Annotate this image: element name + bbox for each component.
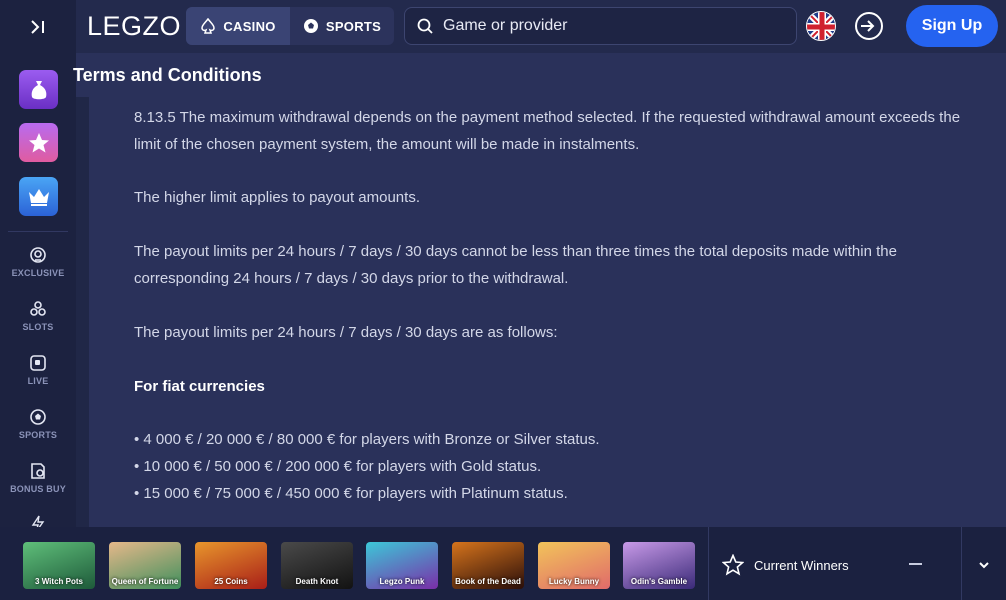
star-icon [28,132,49,152]
star-outline-icon [722,554,744,576]
tab-sports-label: SPORTS [325,18,382,34]
terms-paragraph: The payout limits per 24 hours / 7 days … [134,243,897,287]
sidebar-divider [8,231,68,232]
search-icon [417,18,433,34]
terms-subheading: For fiat currencies [134,378,265,395]
sidebar-item-live[interactable]: LIVE [0,354,76,404]
sidebar-item-slots[interactable]: SLOTS [0,300,76,350]
terms-paragraph: The payout limits per 24 hours / 7 days … [134,324,558,341]
bonus-buy-icon [31,463,45,479]
terms-list-item: • 10 000 € / 50 000 € / 200 000 € for pl… [134,458,542,475]
current-winners-toggle[interactable]: Current Winners [722,554,849,576]
login-button[interactable] [853,10,885,42]
game-thumbnail[interactable]: Death Knot [281,542,353,589]
game-title: Death Knot [295,577,339,586]
slots-icon [30,301,46,316]
expand-sidebar-icon [31,19,44,34]
football-icon [303,19,318,33]
recent-games-bar: 3 Witch Pots Queen of Fortune 25 Coins D… [0,527,1006,600]
casino-sports-switch: CASINO SPORTS [186,7,394,45]
game-thumbnail[interactable]: Odin's Gamble [623,542,695,589]
sidebar-item-label: EXCLUSIVE [11,268,65,278]
login-icon [855,12,883,40]
game-title: 3 Witch Pots [35,577,83,586]
promo-crown[interactable] [19,177,58,216]
game-thumbnail[interactable]: Legzo Punk [366,542,438,589]
game-title: Queen of Fortune [111,577,179,586]
game-title: 25 Coins [214,577,248,586]
game-thumbnail[interactable]: 3 Witch Pots [23,542,95,589]
game-thumbnail[interactable]: Lucky Bunny [538,542,610,589]
tab-casino-label: CASINO [223,18,276,34]
sidebar-item-label: LIVE [27,376,49,386]
collapse-bar-button[interactable] [972,553,996,577]
sidebar-item-label: SPORTS [18,430,58,440]
minimize-icon[interactable] [909,563,922,565]
sidebar-item-bonus-buy[interactable]: BONUS BUY [0,462,76,512]
game-title: Book of the Dead [455,577,521,586]
terms-list-item: • 15 000 € / 75 000 € / 450 000 € for pl… [134,485,568,502]
terms-paragraph: 8.13.5 The maximum withdrawal depends on… [134,109,961,153]
game-thumbnail[interactable]: Book of the Dead [452,542,524,589]
terms-paragraph: The higher limit applies to payout amoun… [134,189,420,206]
terms-content: 8.13.5 The maximum withdrawal depends on… [89,97,1006,527]
live-icon [30,355,46,371]
game-thumbnail[interactable]: Queen of Fortune [109,542,181,589]
crown-icon [28,188,49,206]
current-winners-label: Current Winners [754,557,849,573]
language-selector[interactable] [806,11,836,41]
sign-up-button[interactable]: Sign Up [906,5,998,47]
sidebar-item-label: BONUS BUY [10,484,66,494]
game-title: Legzo Punk [379,577,425,586]
uk-flag-icon [807,12,835,40]
page-title: Terms and Conditions [73,65,262,85]
promo-money-bag[interactable] [19,70,58,109]
game-thumbnail[interactable]: 25 Coins [195,542,267,589]
promo-star[interactable] [19,123,58,162]
lightning-icon [31,515,45,527]
sidebar-toggle-button[interactable] [0,0,76,53]
exclusive-icon [30,247,46,263]
chevron-down-icon [979,562,989,569]
search-box[interactable] [404,7,797,45]
top-header: LEGZO CASINO SPORTS Game or provider Sig… [0,0,1006,53]
search-input[interactable] [443,17,783,35]
sidebar-item-sports[interactable]: SPORTS [0,408,76,458]
sidebar-item-exclusive[interactable]: EXCLUSIVE [0,246,76,296]
money-bag-icon [31,80,46,99]
tab-sports[interactable]: SPORTS [290,7,394,45]
bottom-divider [708,527,709,600]
football-icon [30,409,46,425]
sidebar-item-label: SLOTS [22,322,54,332]
left-sidebar: EXCLUSIVE SLOTS LIVE SPORTS BONUS BUY [0,53,76,527]
tab-casino[interactable]: CASINO [186,7,290,45]
game-title: Lucky Bunny [548,577,600,586]
sidebar-item-partial[interactable] [0,515,76,527]
spade-icon [201,18,216,34]
game-title: Odin's Gamble [630,577,688,586]
terms-list-item: • 4 000 € / 20 000 € / 80 000 € for play… [134,431,600,448]
bottom-divider [961,527,962,600]
brand-logo[interactable]: LEGZO [87,10,181,42]
